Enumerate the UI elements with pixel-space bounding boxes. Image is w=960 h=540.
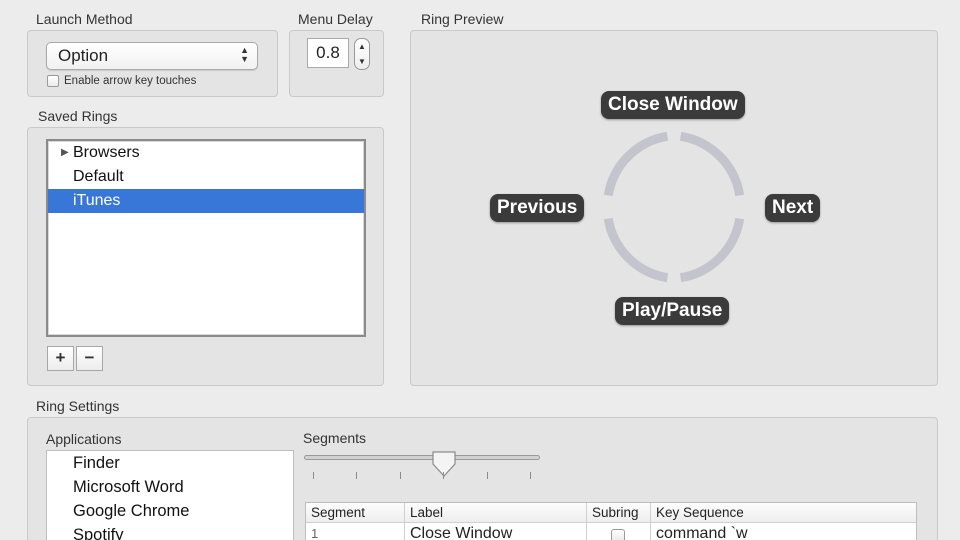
segments-table[interactable]: Segment Label Subring Key Sequence 1 Clo…: [305, 502, 917, 540]
disclosure-triangle-icon[interactable]: ▶: [61, 141, 69, 165]
slider-tick: [487, 472, 488, 479]
ring-settings-label: Ring Settings: [36, 398, 120, 414]
arrow-key-touches-label: Enable arrow key touches: [64, 75, 197, 87]
remove-ring-button[interactable]: −: [76, 346, 103, 371]
list-item[interactable]: Spotify: [47, 523, 293, 540]
segments-slider-thumb[interactable]: [431, 450, 457, 478]
list-item-label: Browsers: [73, 144, 140, 161]
stepper-down-icon[interactable]: ▼: [358, 57, 366, 66]
slider-tick: [400, 472, 401, 479]
stepper-up-icon[interactable]: ▲: [358, 42, 366, 51]
table-header-row: Segment Label Subring Key Sequence: [306, 503, 916, 523]
column-header-key-sequence[interactable]: Key Sequence: [650, 503, 916, 522]
segments-label: Segments: [303, 430, 367, 446]
launch-method-value: Option: [58, 46, 109, 65]
slider-tick: [313, 472, 314, 479]
key-sequence-cell[interactable]: command `w: [650, 523, 916, 540]
subring-cell: [586, 523, 650, 540]
applications-label: Applications: [46, 431, 122, 447]
launch-method-label: Launch Method: [36, 11, 133, 27]
popup-arrows-icon: ▲ ▼: [240, 45, 249, 64]
list-item-itunes[interactable]: iTunes: [48, 189, 364, 213]
ring-label-right: Next: [765, 194, 821, 222]
ring-label-left: Previous: [490, 194, 585, 222]
slider-tick: [356, 472, 357, 479]
list-item-browsers[interactable]: ▶ Browsers: [48, 141, 364, 165]
list-item-label: Default: [73, 168, 124, 185]
ring-segment-bottom-right: [679, 217, 745, 283]
table-row[interactable]: 1 Close Window command `w: [306, 523, 916, 540]
ring-segment-bottom-left: [603, 217, 669, 283]
ring-label-bottom: Play/Pause: [615, 297, 730, 325]
list-item-label: iTunes: [73, 192, 121, 209]
list-item[interactable]: Finder: [47, 451, 293, 475]
applications-list[interactable]: Finder Microsoft Word Google Chrome Spot…: [46, 450, 294, 540]
list-item[interactable]: Microsoft Word: [47, 475, 293, 499]
subring-checkbox[interactable]: [611, 529, 625, 540]
segment-cell: 1: [311, 526, 319, 540]
slider-tick: [443, 472, 444, 479]
saved-rings-list[interactable]: ▶ Browsers Default iTunes: [46, 139, 366, 337]
segments-slider-track[interactable]: [304, 455, 540, 460]
launch-method-popup[interactable]: Option ▲ ▼: [46, 42, 258, 70]
arrow-key-touches-row[interactable]: Enable arrow key touches: [47, 75, 196, 87]
list-item-default[interactable]: Default: [48, 165, 364, 189]
add-ring-button[interactable]: +: [47, 346, 74, 371]
label-cell[interactable]: Close Window: [404, 523, 586, 540]
slider-tick: [530, 472, 531, 479]
list-item[interactable]: Google Chrome: [47, 499, 293, 523]
ring-segment-top-left: [603, 131, 669, 197]
column-header-segment[interactable]: Segment: [306, 503, 404, 522]
menu-delay-field[interactable]: 0.8: [307, 38, 349, 68]
column-header-subring[interactable]: Subring: [586, 503, 650, 522]
saved-rings-label: Saved Rings: [38, 108, 118, 124]
column-header-label[interactable]: Label: [404, 503, 586, 522]
ring-preview-label: Ring Preview: [421, 11, 504, 27]
menu-delay-label: Menu Delay: [298, 11, 373, 27]
ring-label-top: Close Window: [601, 91, 745, 119]
arrow-key-touches-checkbox[interactable]: [47, 75, 59, 87]
ring-segment-top-right: [679, 131, 745, 197]
ring-preview-circle: [603, 131, 745, 283]
menu-delay-stepper[interactable]: ▲ ▼: [354, 38, 370, 70]
